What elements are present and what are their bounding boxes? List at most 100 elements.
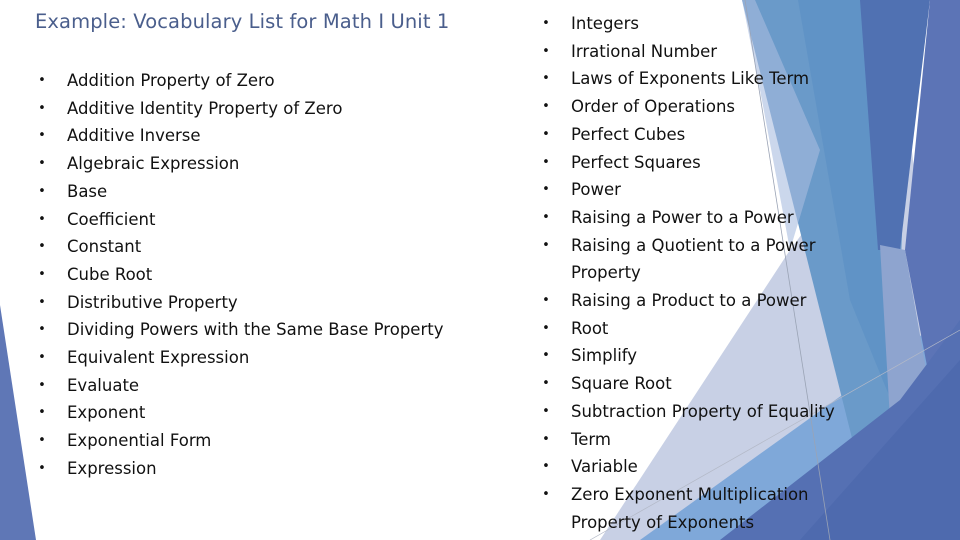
bullet-icon: • bbox=[38, 128, 46, 144]
vocab-term: Additive Identity Property of Zero bbox=[67, 98, 343, 118]
vocab-term: Laws of Exponents Like Term bbox=[571, 69, 810, 89]
slide: Example: Vocabulary List for Math I Unit… bbox=[0, 0, 960, 540]
bullet-icon: • bbox=[542, 182, 550, 198]
bullet-icon: • bbox=[542, 431, 550, 447]
vocab-term: Power bbox=[571, 180, 621, 200]
vocab-term: Raising a Power to a Power bbox=[571, 207, 794, 227]
vocab-term: Integers bbox=[571, 14, 639, 33]
bullet-icon: • bbox=[542, 348, 550, 364]
bullet-icon: • bbox=[38, 322, 46, 338]
vocab-term: Constant bbox=[67, 237, 142, 257]
vocab-term: Raising a Product to a Power bbox=[571, 291, 807, 311]
bullet-icon: • bbox=[38, 100, 46, 116]
vocab-item: • Variable bbox=[540, 453, 835, 481]
vocab-item: • Raising a Power to a Power bbox=[540, 204, 835, 232]
bullet-icon: • bbox=[542, 16, 550, 31]
vocab-item: • Base bbox=[36, 178, 443, 206]
bullet-icon: • bbox=[542, 486, 550, 502]
vocab-term-continuation: Property of Exponents bbox=[571, 512, 755, 532]
bullet-icon: • bbox=[542, 293, 550, 309]
bullet-icon: • bbox=[542, 209, 550, 225]
bullet-icon: • bbox=[542, 459, 550, 475]
vocab-item: • Coefficient bbox=[36, 206, 443, 234]
vocab-term: Evaluate bbox=[67, 375, 140, 395]
vocab-term: Subtraction Property of Equality bbox=[571, 401, 835, 421]
bullet-icon: • bbox=[38, 266, 46, 282]
vocab-term: Algebraic Expression bbox=[67, 154, 240, 174]
vocab-term: Addition Property of Zero bbox=[67, 71, 275, 90]
vocab-item: • Additive Inverse bbox=[36, 122, 443, 150]
vocab-item: • Subtraction Property of Equality bbox=[540, 398, 835, 426]
vocab-term: Variable bbox=[571, 457, 638, 477]
vocab-item: • Zero Exponent Multiplication Property of… bbox=[540, 481, 835, 536]
vocab-item: • Irrational Number bbox=[540, 38, 835, 66]
vocab-item: • Laws of Exponents Like Term bbox=[540, 65, 835, 93]
bullet-icon: • bbox=[38, 294, 46, 310]
bullet-icon: • bbox=[38, 350, 46, 366]
vocab-item: • Raising a Quotient to a Power Property bbox=[540, 232, 835, 287]
vocab-list-right: • Integers • Irrational Number • Laws of Expo… bbox=[540, 10, 835, 536]
bullet-icon: • bbox=[38, 377, 46, 393]
bullet-icon: • bbox=[542, 237, 550, 253]
bullet-icon: • bbox=[542, 126, 550, 142]
vocab-term: Exponential Form bbox=[67, 431, 212, 451]
vocab-item: • Perfect Cubes bbox=[540, 121, 835, 149]
vocab-term: Cube Root bbox=[67, 264, 153, 284]
vocab-term: Square Root bbox=[571, 374, 672, 394]
bullet-icon: • bbox=[542, 71, 550, 87]
vocab-item: • Constant bbox=[36, 233, 443, 261]
vocab-item: • Order of Operations bbox=[540, 93, 835, 121]
bullet-icon: • bbox=[38, 433, 46, 449]
vocab-item: • Integers bbox=[540, 10, 835, 38]
vocab-term: Root bbox=[571, 318, 609, 338]
vocab-item: • Square Root bbox=[540, 370, 835, 398]
vocab-item: • Root bbox=[540, 315, 835, 343]
vocab-term: Coefficient bbox=[67, 209, 156, 229]
vocab-term: Equivalent Expression bbox=[67, 348, 250, 368]
vocab-term: Expression bbox=[67, 458, 157, 478]
vocab-item: • Exponent bbox=[36, 399, 443, 427]
vocab-item: • Evaluate bbox=[36, 372, 443, 400]
vocab-item: • Algebraic Expression bbox=[36, 150, 443, 178]
vocab-term-continuation: Property bbox=[571, 263, 641, 283]
vocab-term: Exponent bbox=[67, 403, 146, 423]
bullet-icon: • bbox=[542, 320, 550, 336]
vocab-term: Additive Inverse bbox=[67, 126, 201, 146]
bullet-icon: • bbox=[542, 99, 550, 115]
left-facet bbox=[0, 305, 36, 540]
vocab-item: • Distributive Property bbox=[36, 289, 443, 317]
vocab-list-left: • Addition Property of Zero • Additive Iden… bbox=[36, 67, 443, 483]
vocab-item: • Expression bbox=[36, 455, 443, 483]
vocab-term: Raising a Quotient to a Power bbox=[571, 235, 816, 255]
bullet-icon: • bbox=[38, 156, 46, 172]
vocab-item: • Simplify bbox=[540, 342, 835, 370]
vocab-term: Base bbox=[67, 181, 108, 201]
bullet-icon: • bbox=[542, 376, 550, 392]
vocab-item: • Cube Root bbox=[36, 261, 443, 289]
vocab-item: • Exponential Form bbox=[36, 427, 443, 455]
bullet-icon: • bbox=[38, 211, 46, 227]
vocab-term: Dividing Powers with the Same Base Prope… bbox=[67, 320, 444, 340]
vocab-item: • Dividing Powers with the Same Base Prop… bbox=[36, 316, 443, 344]
bullet-icon: • bbox=[542, 43, 550, 59]
vocab-item: • Raising a Product to a Power bbox=[540, 287, 835, 315]
bullet-icon: • bbox=[38, 405, 46, 421]
vocab-term: Irrational Number bbox=[571, 41, 718, 61]
bullet-icon: • bbox=[38, 73, 46, 88]
vocab-term: Zero Exponent Multiplication bbox=[571, 484, 809, 504]
bullet-icon: • bbox=[38, 183, 46, 199]
vocab-term: Term bbox=[571, 429, 611, 449]
vocab-term: Distributive Property bbox=[67, 292, 238, 312]
vocab-item: • Equivalent Expression bbox=[36, 344, 443, 372]
vocab-term: Perfect Squares bbox=[571, 152, 701, 172]
vocab-item: • Perfect Squares bbox=[540, 149, 835, 177]
vocab-item: • Term bbox=[540, 426, 835, 454]
vocab-term: Order of Operations bbox=[571, 97, 735, 117]
vocab-item: • Additive Identity Property of Zero bbox=[36, 95, 443, 123]
vocab-item: • Addition Property of Zero bbox=[36, 67, 443, 95]
slide-title: Example: Vocabulary List for Math I Unit… bbox=[35, 10, 450, 33]
vocab-item: • Power bbox=[540, 176, 835, 204]
vocab-term: Simplify bbox=[571, 346, 638, 366]
bullet-icon: • bbox=[38, 460, 46, 476]
vocab-term: Perfect Cubes bbox=[571, 124, 686, 144]
